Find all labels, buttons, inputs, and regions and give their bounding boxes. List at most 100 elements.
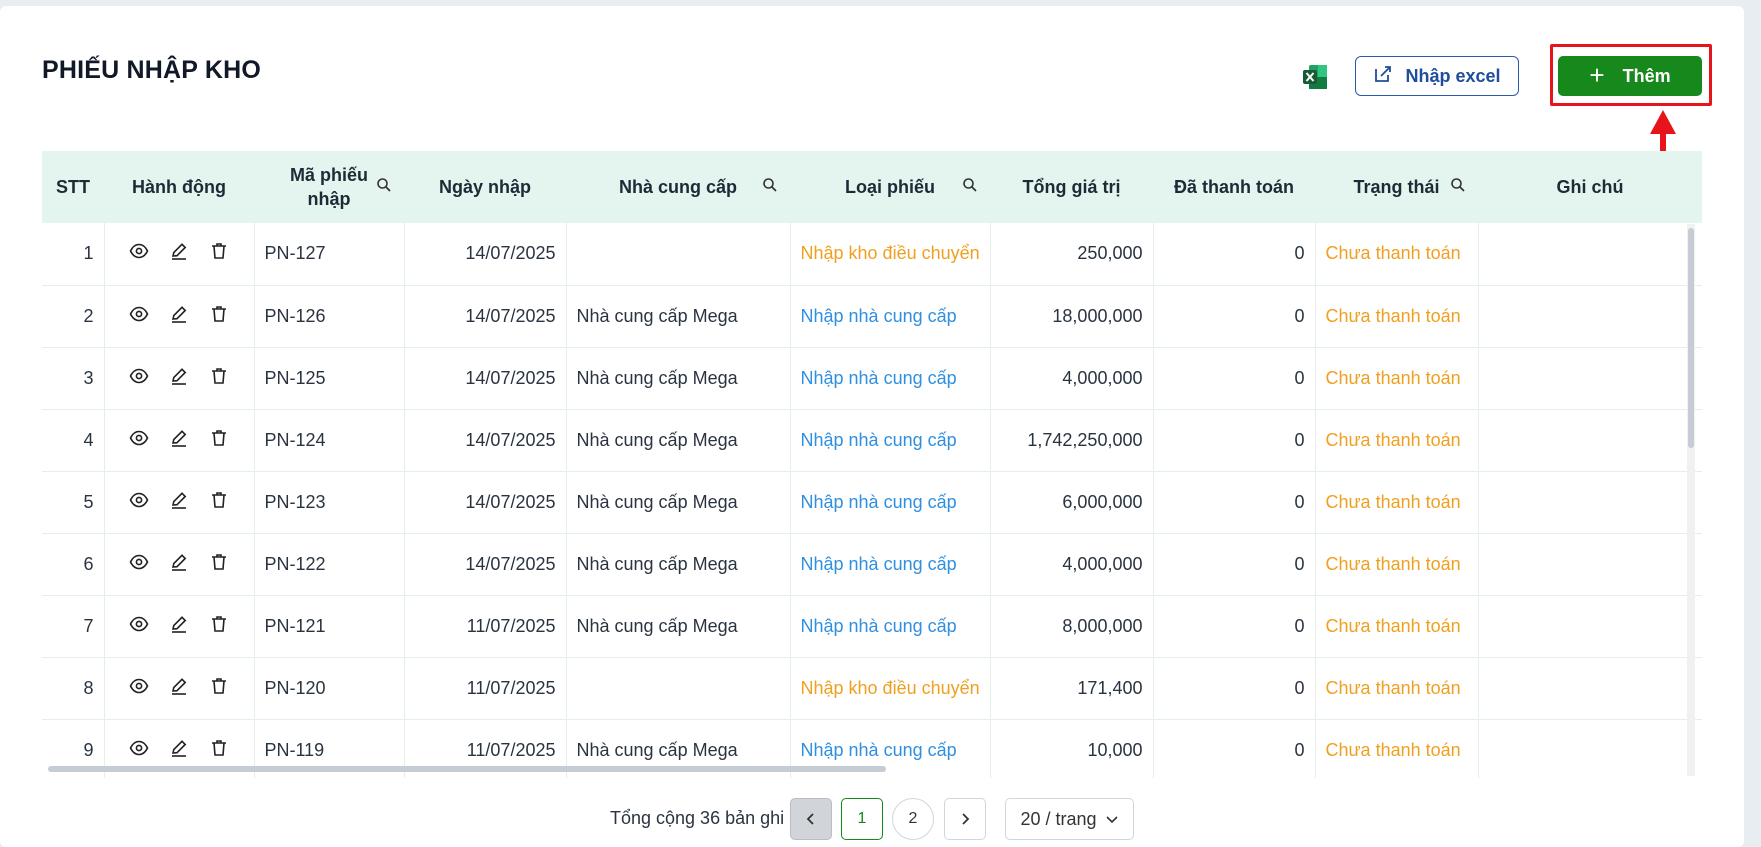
pencil-icon[interactable] bbox=[169, 490, 189, 515]
table-row[interactable]: 8 PN-120 11/07/2025 Nhập kho điều chuyển 171… bbox=[42, 657, 1702, 719]
col-header-supplier-label: Nhà cung cấp bbox=[618, 177, 738, 197]
pencil-icon[interactable] bbox=[169, 241, 189, 266]
cell-status: Chưa thanh toán bbox=[1315, 595, 1479, 657]
page-button-1[interactable]: 1 bbox=[841, 798, 883, 840]
cell-supplier: Nhà cung cấp Mega bbox=[566, 285, 791, 347]
cell-type: Nhập nhà cung cấp bbox=[790, 409, 991, 471]
cell-status: Chưa thanh toán bbox=[1315, 719, 1479, 778]
cell-total: 6,000,000 bbox=[990, 471, 1154, 533]
cell-date: 14/07/2025 bbox=[404, 285, 567, 347]
table-row[interactable]: 2 PN-126 14/07/2025 Nhà cung cấp Mega Nhập n… bbox=[42, 285, 1702, 347]
import-excel-label: Nhập excel bbox=[1405, 65, 1501, 86]
cell-date: 14/07/2025 bbox=[404, 471, 567, 533]
search-icon[interactable] bbox=[1450, 177, 1466, 193]
pencil-icon[interactable] bbox=[169, 366, 189, 391]
cell-date: 14/07/2025 bbox=[404, 223, 567, 285]
trash-icon[interactable] bbox=[209, 428, 229, 453]
cell-status: Chưa thanh toán bbox=[1315, 285, 1479, 347]
pencil-icon[interactable] bbox=[169, 614, 189, 639]
eye-icon[interactable] bbox=[129, 241, 149, 266]
vertical-scrollbar-thumb[interactable] bbox=[1688, 228, 1694, 448]
page-button-2[interactable]: 2 bbox=[892, 798, 934, 840]
cell-paid: 0 bbox=[1153, 719, 1316, 778]
cell-actions bbox=[104, 223, 255, 285]
col-header-date: Ngày nhập bbox=[438, 177, 531, 197]
table-header-row: STT Hành động Mã phiếu nhập Ngày nhập Nh… bbox=[42, 151, 1702, 223]
eye-icon[interactable] bbox=[129, 614, 149, 639]
eye-icon[interactable] bbox=[129, 552, 149, 577]
trash-icon[interactable] bbox=[209, 614, 229, 639]
cell-actions bbox=[104, 347, 255, 409]
col-header-total: Tổng giá trị bbox=[1022, 177, 1121, 197]
cell-date: 11/07/2025 bbox=[404, 657, 567, 719]
trash-icon[interactable] bbox=[209, 490, 229, 515]
horizontal-scrollbar-thumb[interactable] bbox=[48, 766, 886, 772]
trash-icon[interactable] bbox=[209, 241, 229, 266]
cell-actions bbox=[104, 471, 255, 533]
table-row[interactable]: 7 PN-121 11/07/2025 Nhà cung cấp Mega Nhập n… bbox=[42, 595, 1702, 657]
cell-stt: 8 bbox=[42, 657, 105, 719]
cell-paid: 0 bbox=[1153, 471, 1316, 533]
cell-supplier: Nhà cung cấp Mega bbox=[566, 347, 791, 409]
cell-total: 250,000 bbox=[990, 223, 1154, 285]
prev-page-button[interactable] bbox=[790, 798, 832, 840]
trash-icon[interactable] bbox=[209, 552, 229, 577]
cell-status: Chưa thanh toán bbox=[1315, 533, 1479, 595]
cell-total: 4,000,000 bbox=[990, 347, 1154, 409]
cell-total: 10,000 bbox=[990, 719, 1154, 778]
table-row[interactable]: 1 PN-127 14/07/2025 Nhập kho điều chuyển 250… bbox=[42, 223, 1702, 285]
add-button[interactable]: + Thêm bbox=[1558, 56, 1702, 96]
pencil-icon[interactable] bbox=[169, 676, 189, 701]
pencil-icon[interactable] bbox=[169, 738, 189, 763]
trash-icon[interactable] bbox=[209, 676, 229, 701]
cell-actions bbox=[104, 533, 255, 595]
eye-icon[interactable] bbox=[129, 738, 149, 763]
cell-total: 171,400 bbox=[990, 657, 1154, 719]
eye-icon[interactable] bbox=[129, 490, 149, 515]
cell-stt: 7 bbox=[42, 595, 105, 657]
search-icon[interactable] bbox=[762, 177, 778, 193]
pencil-icon[interactable] bbox=[169, 304, 189, 329]
search-icon[interactable] bbox=[376, 177, 392, 193]
cell-note bbox=[1478, 223, 1702, 285]
receipts-table: STT Hành động Mã phiếu nhập Ngày nhập Nh… bbox=[42, 151, 1702, 778]
cell-code: PN-121 bbox=[254, 595, 405, 657]
cell-note bbox=[1478, 719, 1702, 778]
col-header-type-label: Loại phiếu bbox=[845, 177, 935, 197]
eye-icon[interactable] bbox=[129, 676, 149, 701]
search-icon[interactable] bbox=[962, 177, 978, 193]
cell-note bbox=[1478, 409, 1702, 471]
trash-icon[interactable] bbox=[209, 366, 229, 391]
cell-paid: 0 bbox=[1153, 409, 1316, 471]
cell-type: Nhập nhà cung cấp bbox=[790, 595, 991, 657]
cell-stt: 5 bbox=[42, 471, 105, 533]
table-row[interactable]: 5 PN-123 14/07/2025 Nhà cung cấp Mega Nhập n… bbox=[42, 471, 1702, 533]
cell-note bbox=[1478, 471, 1702, 533]
cell-status: Chưa thanh toán bbox=[1315, 347, 1479, 409]
eye-icon[interactable] bbox=[129, 428, 149, 453]
eye-icon[interactable] bbox=[129, 366, 149, 391]
table-row[interactable]: 6 PN-122 14/07/2025 Nhà cung cấp Mega Nhập n… bbox=[42, 533, 1702, 595]
col-header-status-label: Trạng thái bbox=[1353, 177, 1440, 197]
cell-paid: 0 bbox=[1153, 533, 1316, 595]
col-header-note: Ghi chú bbox=[1556, 177, 1624, 197]
pagination: Tổng cộng 36 bản ghi 1 2 20 / trang bbox=[0, 798, 1744, 840]
cell-actions bbox=[104, 595, 255, 657]
trash-icon[interactable] bbox=[209, 738, 229, 763]
pencil-icon[interactable] bbox=[169, 428, 189, 453]
excel-icon[interactable] bbox=[1301, 63, 1329, 91]
import-excel-button[interactable]: Nhập excel bbox=[1355, 56, 1519, 96]
cell-code: PN-124 bbox=[254, 409, 405, 471]
table-row[interactable]: 4 PN-124 14/07/2025 Nhà cung cấp Mega Nhập n… bbox=[42, 409, 1702, 471]
import-edit-icon bbox=[1373, 64, 1393, 89]
page-size-select[interactable]: 20 / trang bbox=[1005, 798, 1134, 840]
trash-icon[interactable] bbox=[209, 304, 229, 329]
table-row[interactable]: 3 PN-125 14/07/2025 Nhà cung cấp Mega Nhập n… bbox=[42, 347, 1702, 409]
col-header-supplier: Nhà cung cấp bbox=[566, 151, 790, 223]
cell-type: Nhập nhà cung cấp bbox=[790, 533, 991, 595]
cell-note bbox=[1478, 285, 1702, 347]
pencil-icon[interactable] bbox=[169, 552, 189, 577]
cell-total: 8,000,000 bbox=[990, 595, 1154, 657]
eye-icon[interactable] bbox=[129, 304, 149, 329]
next-page-button[interactable] bbox=[944, 798, 986, 840]
